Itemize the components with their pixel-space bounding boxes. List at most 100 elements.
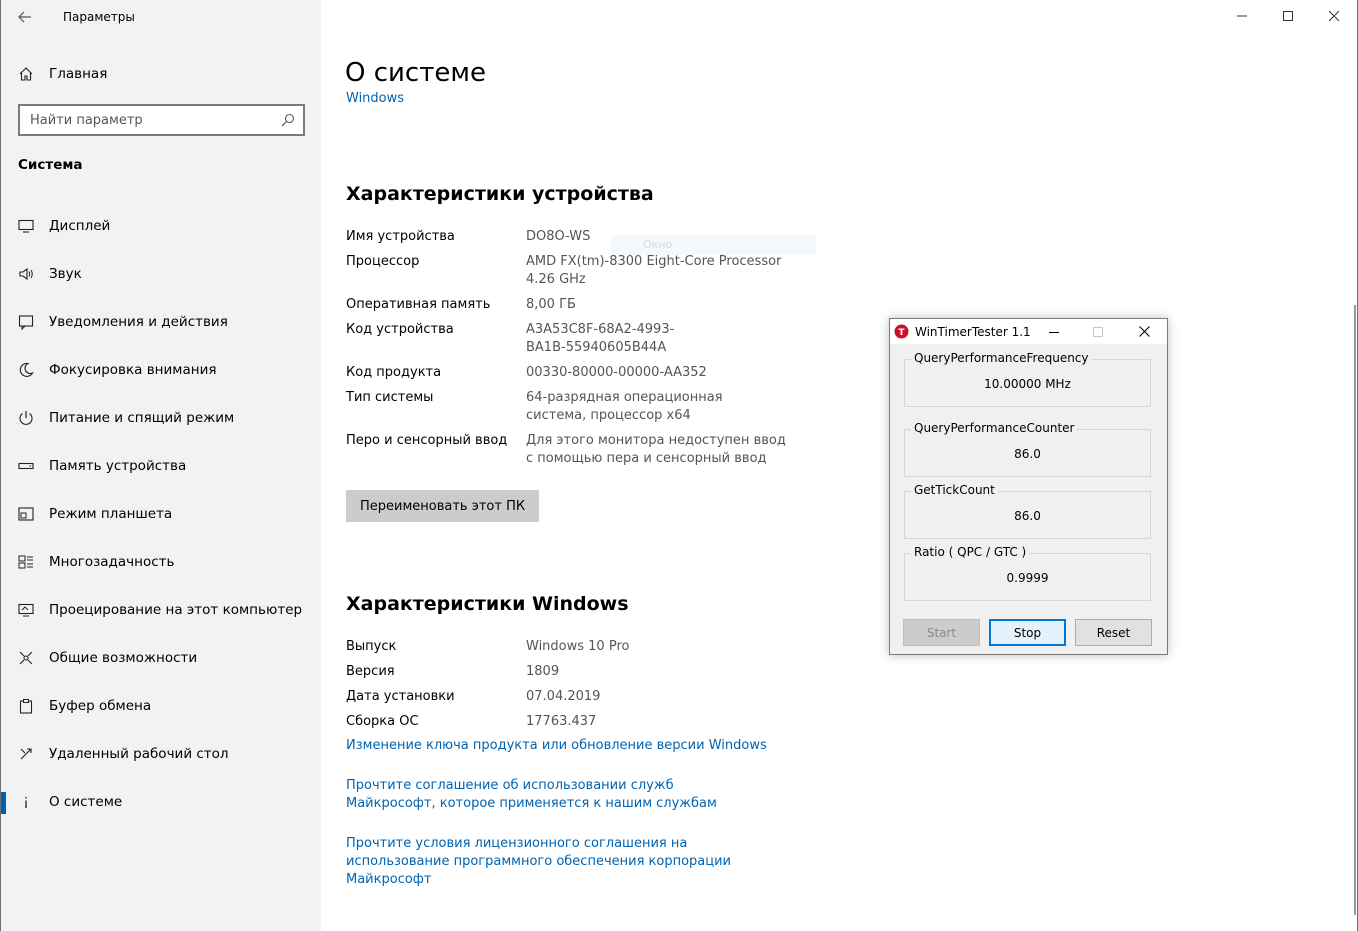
sidebar-item-focus-assist[interactable]: Фокусировка внимания: [1, 346, 321, 394]
speaker-icon: [19, 267, 33, 281]
sidebar-item-sound[interactable]: Звук: [1, 250, 321, 298]
spec-key: Оперативная память: [346, 297, 491, 312]
power-icon: [19, 411, 33, 425]
spec-key: Сборка ОС: [346, 714, 419, 729]
sidebar-item-label: Проецирование на этот компьютер: [49, 602, 303, 618]
spec-row: Имя устройства DO8O-WS: [346, 228, 826, 246]
spec-row: Оперативная память 8,00 ГБ: [346, 296, 826, 314]
sidebar-item-display[interactable]: Дисплей: [1, 202, 321, 250]
sidebar-item-tablet[interactable]: Режим планшета: [1, 490, 321, 538]
sidebar-item-label: Режим планшета: [49, 506, 173, 522]
minimize-icon: [1049, 331, 1059, 333]
sidebar-item-power[interactable]: Питание и спящий режим: [1, 394, 321, 442]
change-product-key-link[interactable]: Изменение ключа продукта или обновление …: [346, 737, 806, 755]
search-input[interactable]: [30, 112, 270, 128]
spec-key: Код продукта: [346, 365, 442, 380]
spec-row: Код продукта 00330-80000-00000-AA352: [346, 364, 826, 382]
close-button[interactable]: [1122, 319, 1166, 344]
logo-letter: T: [898, 328, 905, 338]
timer-tester-title: WinTimerTester 1.1: [915, 324, 1031, 339]
sidebar-item-shared-experiences[interactable]: Общие возможности: [1, 634, 321, 682]
minimize-button[interactable]: [1219, 0, 1265, 32]
sidebar-item-notifications[interactable]: Уведомления и действия: [1, 298, 321, 346]
maximize-button[interactable]: [1265, 0, 1311, 32]
scrollbar[interactable]: [1354, 305, 1356, 915]
sidebar-item-label: Общие возможности: [49, 650, 198, 666]
clipboard-icon: [19, 699, 33, 714]
page-title: О системе: [345, 58, 486, 88]
group-label: Ratio ( QPC / GTC ): [911, 545, 1030, 559]
start-button[interactable]: Start: [903, 619, 980, 646]
spec-key: Тип системы: [346, 390, 434, 405]
multitask-icon: [18, 555, 33, 569]
spec-value: 64-разрядная операционная система, проце…: [526, 390, 723, 423]
maximize-button: [1076, 319, 1120, 344]
group-label: GetTickCount: [911, 483, 998, 497]
sidebar-item-about[interactable]: О системе: [1, 778, 321, 826]
display-icon: [18, 219, 34, 233]
spec-value: Windows 10 Pro: [526, 639, 630, 654]
windows-specs-title: Характеристики Windows: [346, 593, 629, 615]
search-icon[interactable]: [281, 113, 295, 127]
spec-value: DO8O-WS: [526, 229, 591, 244]
reset-button[interactable]: Reset: [1075, 619, 1152, 646]
sidebar-item-label: Звук: [49, 266, 82, 282]
moon-icon: [19, 362, 34, 377]
spec-value: Для этого монитора недоступен ввод с пом…: [526, 433, 786, 466]
section-title: Система: [18, 157, 83, 173]
sidebar-item-multitasking[interactable]: Многозадачность: [1, 538, 321, 586]
timer-tester-window: T WinTimerTester 1.1 QueryPerformanceFre…: [889, 318, 1168, 655]
sidebar-item-label: Удаленный рабочий стол: [49, 746, 229, 762]
spec-value: A3A53C8F-68A2-4993-BA1B-55940605B44A: [526, 322, 675, 355]
services-agreement-link[interactable]: Прочтите соглашение об использовании слу…: [346, 777, 756, 813]
sidebar-item-label: Фокусировка внимания: [49, 362, 217, 378]
stop-button[interactable]: Stop: [989, 619, 1066, 646]
spec-value: AMD FX(tm)-8300 Eight-Core Processor 4.2…: [526, 254, 782, 287]
back-button[interactable]: [11, 5, 39, 29]
sidebar: Параметры Главная Система Дисплей Звук У…: [1, 0, 321, 931]
sidebar-item-label: О системе: [49, 794, 123, 810]
sidebar-item-label: Уведомления и действия: [49, 314, 228, 330]
device-specs-list: Имя устройства DO8O-WS Процессор AMD FX(tm…: [346, 228, 826, 475]
spec-value: 8,00 ГБ: [526, 297, 576, 312]
sidebar-item-projecting[interactable]: Проецирование на этот компьютер: [1, 586, 321, 634]
spec-value: 07.04.2019: [526, 689, 601, 704]
tablet-icon: [18, 507, 34, 521]
spec-row: Выпуск Windows 10 Pro: [346, 638, 826, 656]
spec-row: Тип системы 64-разрядная операционная сис…: [346, 389, 826, 425]
sidebar-item-label: Дисплей: [49, 218, 111, 234]
maximize-icon: [1093, 326, 1103, 337]
spec-value: 1809: [526, 664, 560, 679]
device-specs-title: Характеристики устройства: [346, 183, 654, 205]
qpc-group: QueryPerformanceCounter 86.0: [904, 421, 1151, 477]
sidebar-item-remote-desktop[interactable]: Удаленный рабочий стол: [1, 730, 321, 778]
rename-pc-button[interactable]: Переименовать этот ПК: [346, 490, 540, 522]
sidebar-item-clipboard[interactable]: Буфер обмена: [1, 682, 321, 730]
windows-specs-list: Выпуск Windows 10 Pro Версия 1809 Дата уст…: [346, 638, 826, 738]
sidebar-item-label: Питание и спящий режим: [49, 410, 235, 426]
sidebar-item-storage[interactable]: Память устройства: [1, 442, 321, 490]
windows-link[interactable]: Windows: [346, 90, 404, 104]
spec-key: Выпуск: [346, 639, 397, 654]
app-logo-icon: T: [894, 324, 909, 339]
timer-tester-titlebar[interactable]: T WinTimerTester 1.1: [890, 319, 1167, 344]
sidebar-item-home[interactable]: Главная: [18, 64, 107, 84]
info-icon: [25, 797, 27, 808]
spec-row: Версия 1809: [346, 663, 826, 681]
group-label: QueryPerformanceCounter: [911, 421, 1078, 435]
spec-value: 17763.437: [526, 714, 597, 729]
qpf-group: QueryPerformanceFrequency 10.00000 MHz: [904, 351, 1151, 407]
home-icon: [19, 67, 33, 81]
license-terms-link[interactable]: Прочтите условия лицензионного соглашени…: [346, 835, 786, 889]
spec-row: Дата установки 07.04.2019: [346, 688, 826, 706]
close-button[interactable]: [1311, 0, 1357, 32]
arrow-left-icon: [18, 11, 31, 23]
spec-value: 00330-80000-00000-AA352: [526, 365, 707, 380]
settings-window: Параметры Главная Система Дисплей Звук У…: [0, 0, 1358, 931]
spec-key: Перо и сенсорный ввод: [346, 433, 508, 448]
search-box[interactable]: [18, 104, 305, 136]
app-title: Параметры: [63, 10, 135, 24]
maximize-icon: [1283, 11, 1293, 21]
minimize-button[interactable]: [1032, 319, 1076, 344]
window-controls: [1219, 0, 1357, 32]
